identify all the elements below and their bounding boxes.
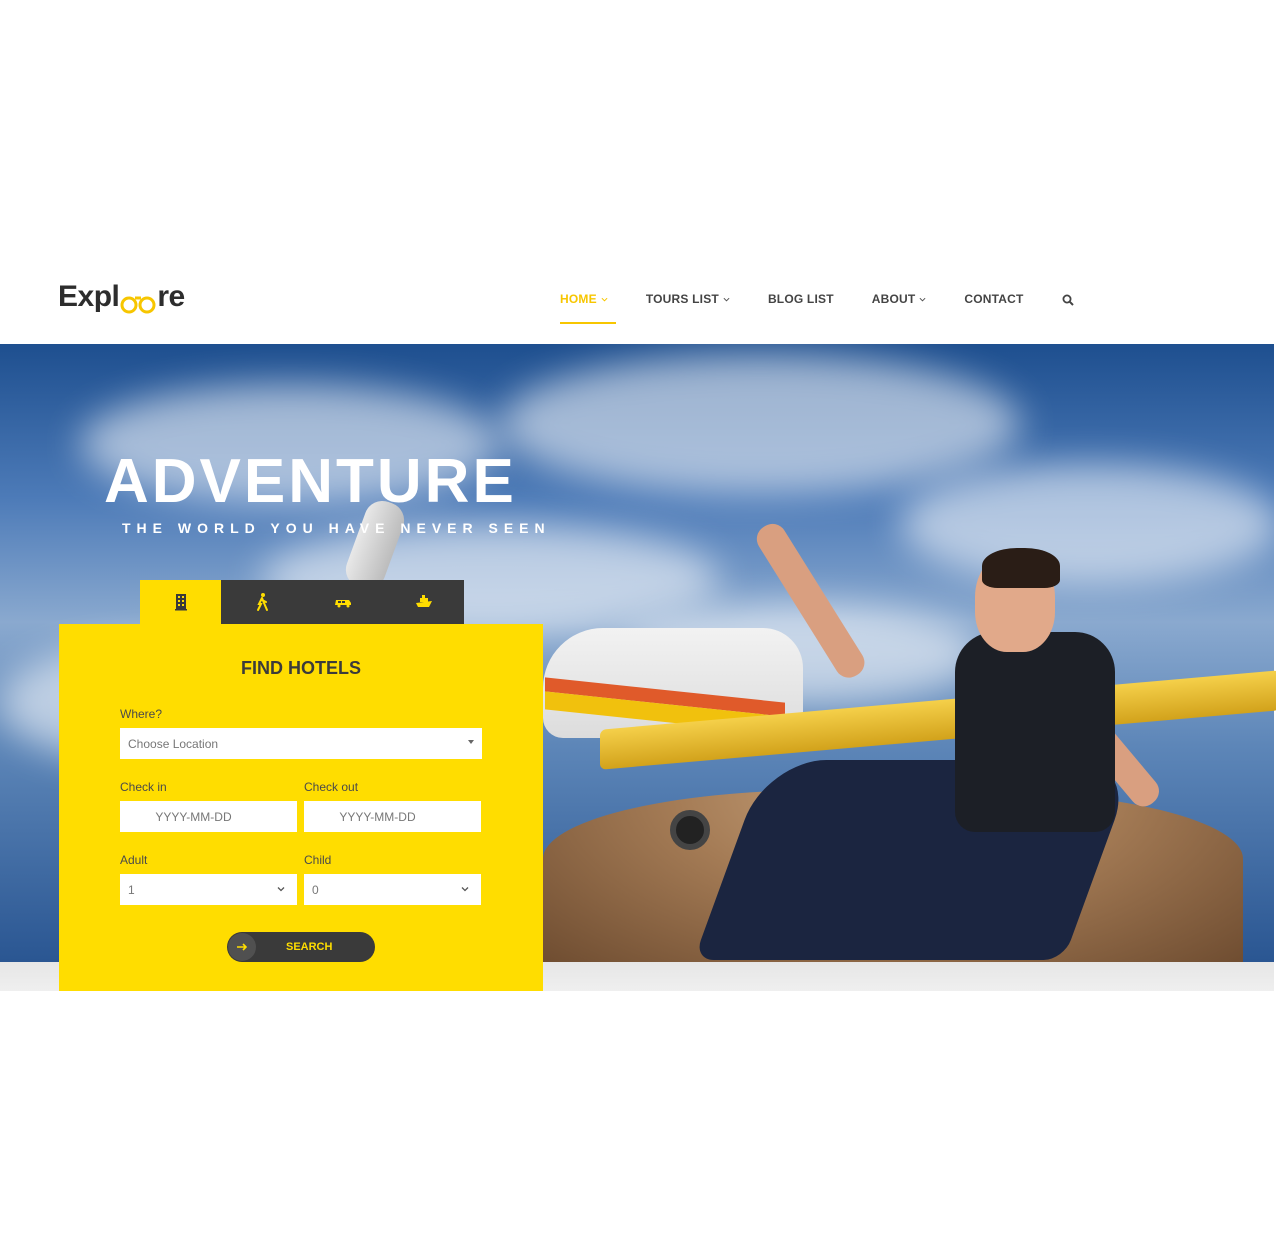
checkout-date-input[interactable]: YYYY-MM-DD bbox=[304, 801, 481, 832]
chevron-down-icon bbox=[461, 887, 469, 892]
where-label: Where? bbox=[120, 707, 163, 721]
tab-hotels[interactable] bbox=[140, 580, 221, 624]
nav-item-label: ABOUT bbox=[871, 292, 916, 306]
chevron-down-icon bbox=[723, 297, 730, 302]
hotel-icon bbox=[174, 594, 187, 611]
nav-item-label: HOME bbox=[560, 292, 597, 306]
logo-text-prefix: Expl bbox=[58, 280, 120, 313]
caret-down-icon bbox=[468, 740, 474, 744]
search-icon[interactable] bbox=[1062, 294, 1074, 306]
chevron-down-icon bbox=[277, 887, 285, 892]
hero-title: ADVENTURE bbox=[104, 447, 517, 516]
person-hair-image bbox=[982, 548, 1060, 588]
hero-subtitle: THE WORLD YOU HAVE NEVER SEEN bbox=[122, 520, 551, 536]
location-select[interactable]: Choose Location bbox=[120, 728, 482, 759]
location-select-value: Choose Location bbox=[128, 736, 219, 751]
booking-panel-title: FIND HOTELS bbox=[241, 658, 361, 678]
child-select[interactable]: 0 bbox=[304, 874, 481, 905]
tab-tours[interactable] bbox=[221, 580, 302, 624]
nav-item-label: TOURS LIST bbox=[645, 292, 719, 306]
checkout-label: Check out bbox=[304, 780, 359, 794]
tab-cruises[interactable] bbox=[383, 580, 464, 624]
car-icon bbox=[334, 600, 351, 608]
search-button[interactable]: SEARCH bbox=[227, 932, 375, 962]
nav-item-tours-list[interactable]: TOURS LIST bbox=[646, 292, 730, 306]
child-label: Child bbox=[304, 853, 332, 867]
adult-select[interactable]: 1 bbox=[120, 874, 297, 905]
adult-label: Adult bbox=[120, 853, 148, 867]
adult-select-value: 1 bbox=[128, 882, 135, 897]
site-logo[interactable]: Expl re bbox=[58, 280, 185, 314]
nav-item-label: BLOG LIST bbox=[767, 292, 834, 306]
nav-item-label: CONTACT bbox=[964, 292, 1024, 306]
nav-item-about[interactable]: ABOUT bbox=[872, 292, 927, 306]
booking-tabs bbox=[140, 580, 464, 624]
checkin-placeholder: YYYY-MM-DD bbox=[155, 809, 232, 824]
checkin-label: Check in bbox=[120, 780, 167, 794]
child-select-value: 0 bbox=[312, 882, 319, 897]
plane-wheel-image bbox=[670, 810, 710, 850]
nav-item-contact[interactable]: CONTACT bbox=[964, 292, 1023, 306]
checkin-date-input[interactable]: YYYY-MM-DD bbox=[120, 801, 297, 832]
checkout-placeholder: YYYY-MM-DD bbox=[339, 809, 416, 824]
main-nav: HOME TOURS LIST BLOG LIST ABOUT CONTACT bbox=[560, 292, 1074, 324]
booking-panel: FIND HOTELS Where? Choose Location Check… bbox=[59, 624, 543, 991]
tab-cars[interactable] bbox=[302, 580, 383, 624]
chevron-down-icon bbox=[919, 297, 926, 302]
site-header: Expl re HOME TOURS LIST BLOG LIST ABOUT … bbox=[0, 258, 1276, 344]
person-image bbox=[955, 632, 1115, 832]
logo-binoculars-icon bbox=[120, 288, 156, 314]
arrow-right-icon bbox=[228, 933, 256, 961]
nav-item-home[interactable]: HOME bbox=[560, 292, 616, 324]
nav-item-blog-list[interactable]: BLOG LIST bbox=[768, 292, 834, 306]
cruise-icon bbox=[415, 595, 432, 607]
chevron-down-icon bbox=[601, 297, 608, 302]
walking-tour-icon bbox=[256, 593, 268, 611]
search-button-label: SEARCH bbox=[286, 941, 333, 953]
logo-text-suffix: re bbox=[157, 280, 185, 313]
